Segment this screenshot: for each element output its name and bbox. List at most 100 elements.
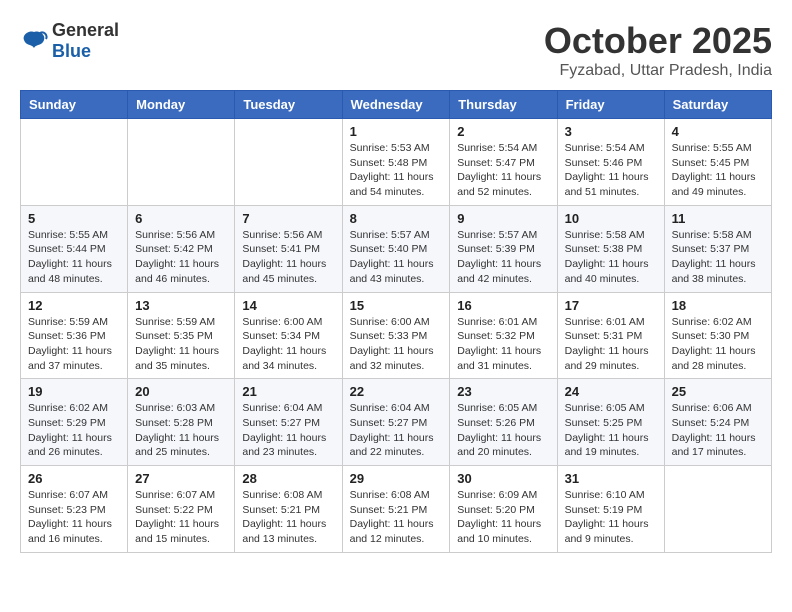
calendar: SundayMondayTuesdayWednesdayThursdayFrid… <box>20 90 772 553</box>
day-number: 27 <box>135 471 227 486</box>
day-info: Sunrise: 6:09 AM Sunset: 5:20 PM Dayligh… <box>457 488 549 547</box>
logo: General Blue <box>20 20 119 62</box>
day-info: Sunrise: 6:07 AM Sunset: 5:23 PM Dayligh… <box>28 488 120 547</box>
month-title: October 2025 <box>544 20 772 62</box>
page-header: General Blue October 2025 Fyzabad, Uttar… <box>20 20 772 80</box>
calendar-cell: 22 Sunrise: 6:04 AM Sunset: 5:27 PM Dayli… <box>342 379 450 466</box>
day-number: 21 <box>242 384 334 399</box>
day-number: 5 <box>28 211 120 226</box>
calendar-cell: 6 Sunrise: 5:56 AM Sunset: 5:42 PM Daylig… <box>128 205 235 292</box>
logo-general: General <box>52 20 119 40</box>
calendar-cell <box>235 119 342 206</box>
day-number: 15 <box>350 298 443 313</box>
calendar-cell: 23 Sunrise: 6:05 AM Sunset: 5:26 PM Dayli… <box>450 379 557 466</box>
day-number: 25 <box>672 384 764 399</box>
day-info: Sunrise: 6:10 AM Sunset: 5:19 PM Dayligh… <box>565 488 657 547</box>
logo-icon <box>20 30 48 52</box>
day-info: Sunrise: 5:57 AM Sunset: 5:40 PM Dayligh… <box>350 228 443 287</box>
day-number: 3 <box>565 124 657 139</box>
day-info: Sunrise: 5:56 AM Sunset: 5:42 PM Dayligh… <box>135 228 227 287</box>
day-number: 23 <box>457 384 549 399</box>
day-info: Sunrise: 6:05 AM Sunset: 5:25 PM Dayligh… <box>565 401 657 460</box>
day-info: Sunrise: 6:06 AM Sunset: 5:24 PM Dayligh… <box>672 401 764 460</box>
day-info: Sunrise: 6:08 AM Sunset: 5:21 PM Dayligh… <box>242 488 334 547</box>
day-header-sunday: Sunday <box>21 91 128 119</box>
calendar-cell: 31 Sunrise: 6:10 AM Sunset: 5:19 PM Dayli… <box>557 466 664 553</box>
calendar-cell: 5Sunrise: 5:55 AM Sunset: 5:44 PM Daylig… <box>21 205 128 292</box>
day-number: 12 <box>28 298 120 313</box>
calendar-cell: 30 Sunrise: 6:09 AM Sunset: 5:20 PM Dayli… <box>450 466 557 553</box>
day-info: Sunrise: 6:00 AM Sunset: 5:34 PM Dayligh… <box>242 315 334 374</box>
day-info: Sunrise: 5:59 AM Sunset: 5:35 PM Dayligh… <box>135 315 227 374</box>
day-header-monday: Monday <box>128 91 235 119</box>
day-info: Sunrise: 5:56 AM Sunset: 5:41 PM Dayligh… <box>242 228 334 287</box>
day-info: Sunrise: 5:58 AM Sunset: 5:37 PM Dayligh… <box>672 228 764 287</box>
calendar-cell: 7 Sunrise: 5:56 AM Sunset: 5:41 PM Daylig… <box>235 205 342 292</box>
calendar-cell: 15 Sunrise: 6:00 AM Sunset: 5:33 PM Dayli… <box>342 292 450 379</box>
day-number: 4 <box>672 124 764 139</box>
day-info: Sunrise: 5:58 AM Sunset: 5:38 PM Dayligh… <box>565 228 657 287</box>
day-header-thursday: Thursday <box>450 91 557 119</box>
day-number: 7 <box>242 211 334 226</box>
day-number: 31 <box>565 471 657 486</box>
day-info: Sunrise: 6:02 AM Sunset: 5:29 PM Dayligh… <box>28 401 120 460</box>
day-number: 22 <box>350 384 443 399</box>
calendar-cell: 2 Sunrise: 5:54 AM Sunset: 5:47 PM Daylig… <box>450 119 557 206</box>
day-info: Sunrise: 6:02 AM Sunset: 5:30 PM Dayligh… <box>672 315 764 374</box>
calendar-cell: 1 Sunrise: 5:53 AM Sunset: 5:48 PM Daylig… <box>342 119 450 206</box>
day-number: 13 <box>135 298 227 313</box>
day-info: Sunrise: 5:59 AM Sunset: 5:36 PM Dayligh… <box>28 315 120 374</box>
day-header-friday: Friday <box>557 91 664 119</box>
day-number: 29 <box>350 471 443 486</box>
calendar-cell: 28Sunrise: 6:08 AM Sunset: 5:21 PM Dayli… <box>235 466 342 553</box>
day-info: Sunrise: 6:03 AM Sunset: 5:28 PM Dayligh… <box>135 401 227 460</box>
calendar-cell: 14 Sunrise: 6:00 AM Sunset: 5:34 PM Dayli… <box>235 292 342 379</box>
calendar-cell <box>664 466 771 553</box>
day-info: Sunrise: 6:07 AM Sunset: 5:22 PM Dayligh… <box>135 488 227 547</box>
day-info: Sunrise: 6:04 AM Sunset: 5:27 PM Dayligh… <box>350 401 443 460</box>
calendar-cell: 12 Sunrise: 5:59 AM Sunset: 5:36 PM Dayli… <box>21 292 128 379</box>
calendar-cell: 27 Sunrise: 6:07 AM Sunset: 5:22 PM Dayli… <box>128 466 235 553</box>
day-number: 20 <box>135 384 227 399</box>
calendar-cell: 13 Sunrise: 5:59 AM Sunset: 5:35 PM Dayli… <box>128 292 235 379</box>
day-header-wednesday: Wednesday <box>342 91 450 119</box>
title-section: October 2025 Fyzabad, Uttar Pradesh, Ind… <box>544 20 772 80</box>
day-number: 11 <box>672 211 764 226</box>
day-info: Sunrise: 5:53 AM Sunset: 5:48 PM Dayligh… <box>350 141 443 200</box>
calendar-cell <box>128 119 235 206</box>
day-number: 14 <box>242 298 334 313</box>
day-info: Sunrise: 5:54 AM Sunset: 5:47 PM Dayligh… <box>457 141 549 200</box>
calendar-cell: 10 Sunrise: 5:58 AM Sunset: 5:38 PM Dayli… <box>557 205 664 292</box>
day-header-saturday: Saturday <box>664 91 771 119</box>
logo-blue: Blue <box>52 41 91 61</box>
day-number: 19 <box>28 384 120 399</box>
day-number: 2 <box>457 124 549 139</box>
calendar-cell: 26 Sunrise: 6:07 AM Sunset: 5:23 PM Dayli… <box>21 466 128 553</box>
day-info: Sunrise: 5:55 AM Sunset: 5:45 PM Dayligh… <box>672 141 764 200</box>
day-number: 18 <box>672 298 764 313</box>
day-number: 26 <box>28 471 120 486</box>
day-number: 10 <box>565 211 657 226</box>
day-number: 30 <box>457 471 549 486</box>
day-header-tuesday: Tuesday <box>235 91 342 119</box>
calendar-cell <box>21 119 128 206</box>
calendar-cell: 20 Sunrise: 6:03 AM Sunset: 5:28 PM Dayli… <box>128 379 235 466</box>
calendar-cell: 8 Sunrise: 5:57 AM Sunset: 5:40 PM Daylig… <box>342 205 450 292</box>
day-number: 9 <box>457 211 549 226</box>
location-title: Fyzabad, Uttar Pradesh, India <box>544 62 772 80</box>
day-info: Sunrise: 6:08 AM Sunset: 5:21 PM Dayligh… <box>350 488 443 547</box>
calendar-cell: 11 Sunrise: 5:58 AM Sunset: 5:37 PM Dayli… <box>664 205 771 292</box>
day-number: 17 <box>565 298 657 313</box>
day-info: Sunrise: 6:01 AM Sunset: 5:32 PM Dayligh… <box>457 315 549 374</box>
calendar-cell: 16Sunrise: 6:01 AM Sunset: 5:32 PM Dayli… <box>450 292 557 379</box>
day-number: 6 <box>135 211 227 226</box>
day-info: Sunrise: 6:05 AM Sunset: 5:26 PM Dayligh… <box>457 401 549 460</box>
day-number: 1 <box>350 124 443 139</box>
day-info: Sunrise: 6:00 AM Sunset: 5:33 PM Dayligh… <box>350 315 443 374</box>
calendar-cell: 24 Sunrise: 6:05 AM Sunset: 5:25 PM Dayli… <box>557 379 664 466</box>
day-number: 24 <box>565 384 657 399</box>
day-info: Sunrise: 5:57 AM Sunset: 5:39 PM Dayligh… <box>457 228 549 287</box>
calendar-cell: 18 Sunrise: 6:02 AM Sunset: 5:30 PM Dayli… <box>664 292 771 379</box>
calendar-cell: 19 Sunrise: 6:02 AM Sunset: 5:29 PM Dayli… <box>21 379 128 466</box>
day-number: 8 <box>350 211 443 226</box>
